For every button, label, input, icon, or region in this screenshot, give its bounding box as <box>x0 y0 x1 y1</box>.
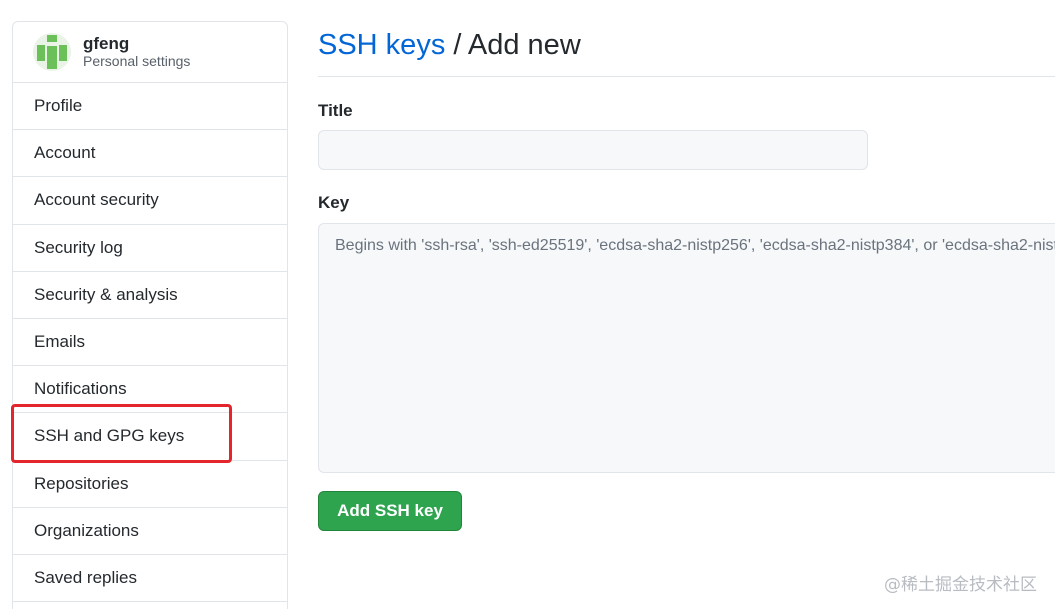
sidebar-item-emails[interactable]: Emails <box>13 319 287 367</box>
sidebar-item-account[interactable]: Account <box>13 130 287 178</box>
avatar <box>33 33 71 71</box>
sidebar-item-account-security[interactable]: Account security <box>13 177 287 225</box>
title-divider <box>318 76 1055 77</box>
title-input[interactable] <box>318 130 868 170</box>
sidebar-item-security-log[interactable]: Security log <box>13 225 287 272</box>
user-subtitle: Personal settings <box>83 53 191 69</box>
key-label: Key <box>318 193 350 212</box>
sidebar-item-saved-replies[interactable]: Saved replies <box>13 555 287 603</box>
sidebar-item-organizations[interactable]: Organizations <box>13 508 287 555</box>
sidebar-item-profile[interactable]: Profile <box>13 83 287 131</box>
key-textarea[interactable] <box>318 223 1055 473</box>
page-title-suffix: / Add new <box>445 29 581 61</box>
highlight-annotation-box <box>11 404 232 463</box>
ssh-keys-breadcrumb-link[interactable]: SSH keys <box>318 29 445 61</box>
sidebar-item-security-analysis[interactable]: Security & analysis <box>13 272 287 319</box>
profile-text: gfeng Personal settings <box>83 34 190 70</box>
page-title: SSH keys / Add new <box>318 26 581 64</box>
settings-sidebar: gfeng Personal settings Profile Account … <box>12 21 288 609</box>
sidebar-profile-header[interactable]: gfeng Personal settings <box>13 22 287 83</box>
watermark-text: @稀土掘金技术社区 <box>884 575 1037 595</box>
title-label: Title <box>318 101 353 120</box>
sidebar-item-repositories[interactable]: Repositories <box>13 461 287 508</box>
user-name: gfeng <box>83 34 130 53</box>
add-ssh-key-button[interactable]: Add SSH key <box>318 491 462 531</box>
